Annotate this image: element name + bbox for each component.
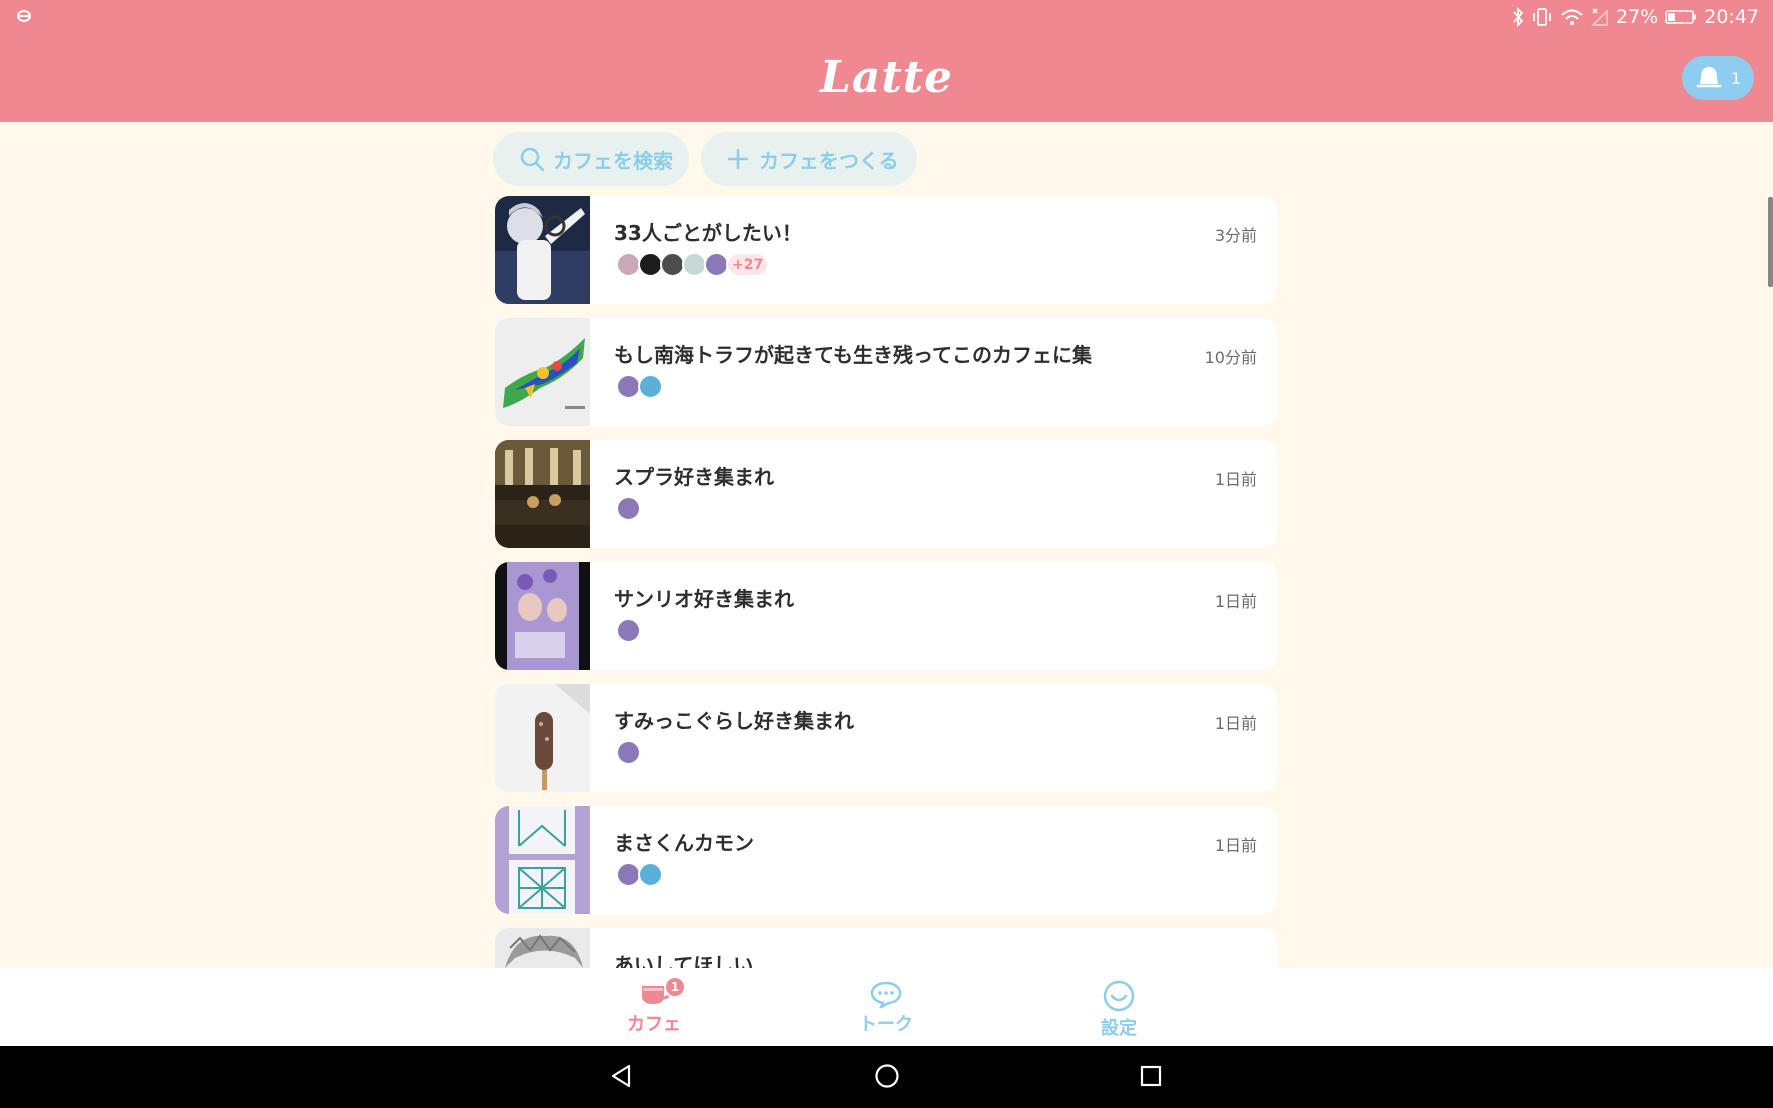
scrollbar[interactable] <box>1768 197 1773 287</box>
member-avatars <box>616 496 641 521</box>
notification-button[interactable]: 1 <box>1682 56 1754 100</box>
clock: 20:47 <box>1704 6 1759 28</box>
cafe-title: もし南海トラフが起きても生き残ってこのカフェに集 <box>614 343 1092 367</box>
more-members-badge: +27 <box>726 252 770 277</box>
app-logo: Latte <box>819 52 954 103</box>
avatar <box>616 740 641 765</box>
nav-talk[interactable]: トーク <box>836 980 936 1036</box>
cafe-title: スプラ好き集まれ <box>614 465 774 489</box>
cafe-card[interactable]: すみっこぐらし好き集まれ 1日前 <box>495 684 1277 792</box>
app-notification-icon <box>17 10 31 22</box>
cafe-thumbnail <box>495 440 590 548</box>
cafe-title: すみっこぐらし好き集まれ <box>614 709 854 733</box>
avatar <box>616 618 641 643</box>
cafe-title: あいしてほしい <box>614 953 754 968</box>
smile-face-icon <box>1103 980 1135 1012</box>
nav-talk-label: トーク <box>859 1014 913 1035</box>
bell-icon <box>1696 67 1722 88</box>
bluetooth-icon <box>1513 7 1524 27</box>
cafe-list-area[interactable]: カフェを検索 カフェをつくる 33人ごとがしたい！ 3分前 +27 もし南海トラ… <box>0 122 1773 968</box>
cafe-updated-time: 3分前 <box>1214 226 1257 245</box>
cafe-title: サンリオ好き集まれ <box>614 587 794 611</box>
cafe-updated-time: 1日前 <box>1214 836 1257 855</box>
cafe-card[interactable]: スプラ好き集まれ 1日前 <box>495 440 1277 548</box>
avatar <box>638 374 663 399</box>
cafe-updated-time: 1日前 <box>1214 470 1257 489</box>
avatar <box>616 496 641 521</box>
create-cafe-label: カフェをつくる <box>759 148 899 173</box>
back-icon[interactable] <box>609 1062 633 1090</box>
avatar <box>638 862 663 887</box>
cafe-card[interactable]: 33人ごとがしたい！ 3分前 +27 <box>495 196 1277 304</box>
cafe-card[interactable]: サンリオ好き集まれ 1日前 <box>495 562 1277 670</box>
recents-icon[interactable] <box>1139 1062 1163 1090</box>
system-navigation-bar <box>0 1046 1773 1108</box>
create-cafe-button[interactable]: カフェをつくる <box>701 132 917 186</box>
chat-bubble-icon <box>870 981 902 1008</box>
plus-icon <box>727 148 749 170</box>
member-avatars <box>616 862 663 887</box>
nav-settings-label: 設定 <box>1101 1018 1137 1039</box>
cafe-badge: 1 <box>664 976 686 998</box>
nav-settings[interactable]: 設定 <box>1069 980 1169 1040</box>
wifi-icon <box>1561 9 1583 25</box>
cafe-title: まさくんカモン <box>614 831 754 855</box>
cafe-card[interactable]: もし南海トラフが起きても生き残ってこのカフェに集 10分前 <box>495 318 1277 426</box>
nav-cafe-label: カフェ <box>627 1014 681 1035</box>
status-bar: 27% 20:47 <box>0 0 1773 34</box>
cafe-thumbnail <box>495 196 590 304</box>
cafe-thumbnail <box>495 806 590 914</box>
member-avatars <box>616 740 641 765</box>
home-icon[interactable] <box>874 1062 900 1090</box>
member-avatars: +27 <box>616 252 770 277</box>
cafe-card[interactable]: まさくんカモン 1日前 <box>495 806 1277 914</box>
bottom-navigation: 1 カフェ トーク 設定 <box>0 968 1773 1046</box>
search-cafe-button[interactable]: カフェを検索 <box>493 132 689 186</box>
battery-icon <box>1665 10 1697 24</box>
cafe-updated-time: 1日前 <box>1214 714 1257 733</box>
member-avatars <box>616 618 641 643</box>
cafe-card[interactable]: あいしてほしい <box>495 928 1277 968</box>
cafe-thumbnail <box>495 562 590 670</box>
vibrate-icon <box>1533 8 1551 26</box>
cafe-thumbnail <box>495 928 590 968</box>
notification-count: 1 <box>1730 68 1742 88</box>
cafe-updated-time: 10分前 <box>1204 348 1257 367</box>
battery-percent: 27% <box>1616 6 1659 28</box>
cafe-thumbnail <box>495 684 590 792</box>
app-header: 27% 20:47 Latte 1 <box>0 0 1773 122</box>
member-avatars <box>616 374 663 399</box>
cafe-title: 33人ごとがしたい！ <box>614 221 802 245</box>
signal-icon <box>1591 8 1608 26</box>
search-cafe-label: カフェを検索 <box>553 148 673 173</box>
search-icon <box>520 147 545 172</box>
cafe-thumbnail <box>495 318 590 426</box>
cafe-updated-time: 1日前 <box>1214 592 1257 611</box>
nav-cafe[interactable]: 1 カフェ <box>604 976 704 1036</box>
